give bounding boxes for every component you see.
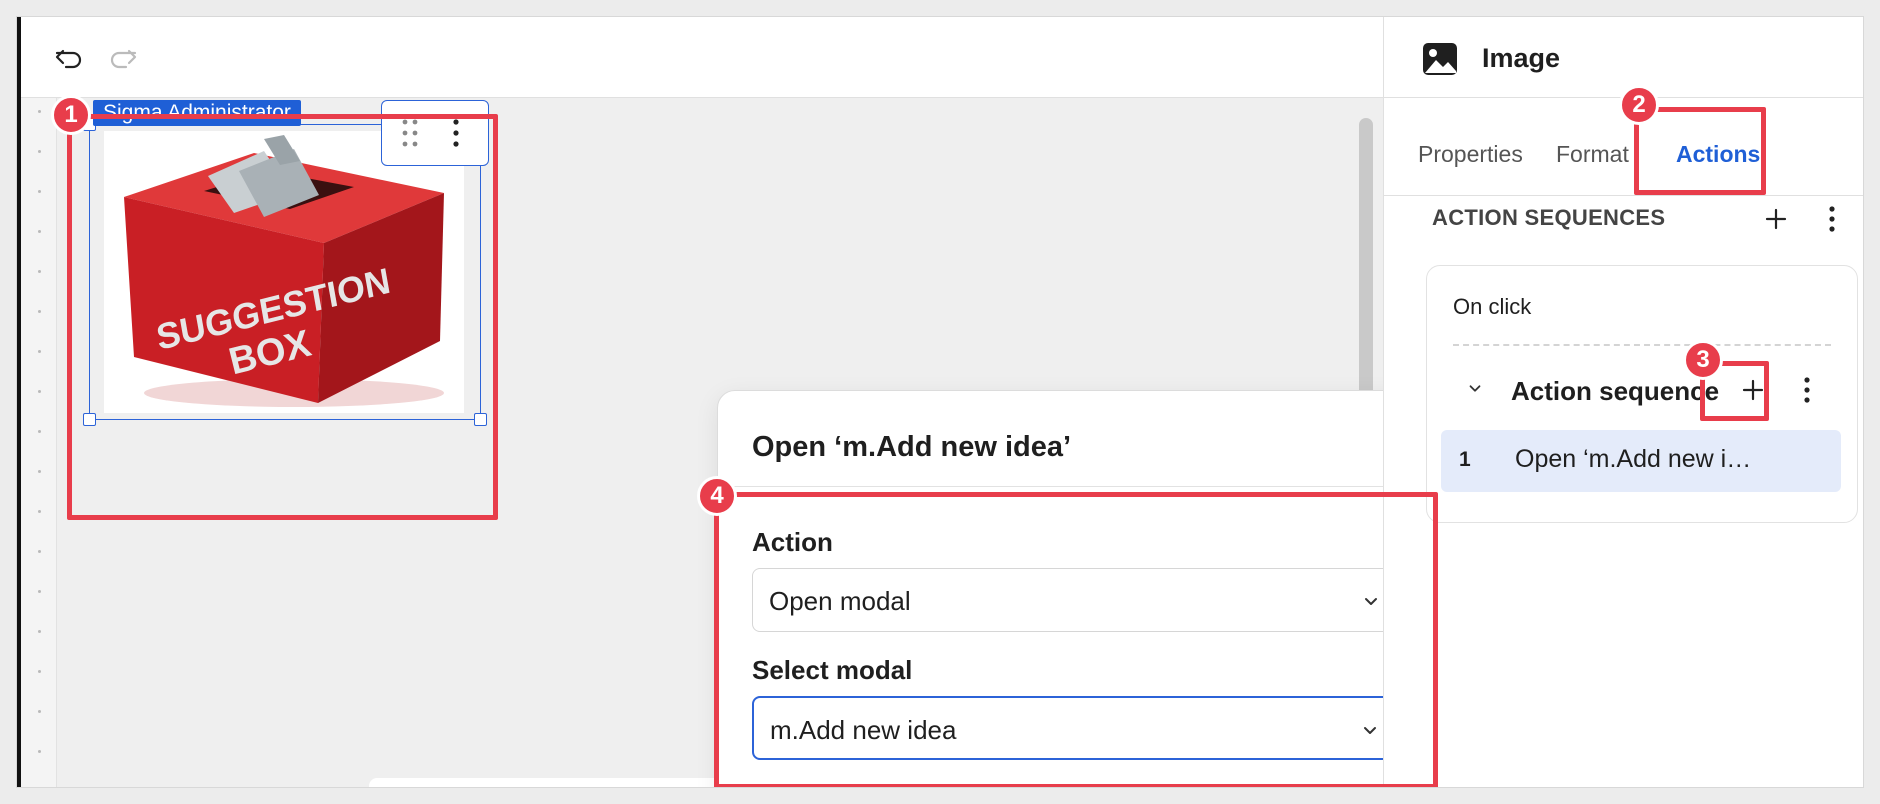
callout-badge-2: 2 xyxy=(1619,85,1659,125)
step-label: Open ‘m.Add new i… xyxy=(1515,445,1752,473)
add-sequence-icon[interactable] xyxy=(1760,203,1792,235)
popover-title: Open ‘m.Add new idea’ xyxy=(752,431,1072,463)
element-properties-panel: Image Properties Format Actions ACTION S… xyxy=(1383,17,1863,787)
popover-divider xyxy=(718,486,1440,487)
tab-properties[interactable]: Properties xyxy=(1418,141,1523,168)
tab-format[interactable]: Format xyxy=(1556,141,1629,168)
image-icon xyxy=(1420,39,1460,79)
panel-header: Image xyxy=(1384,17,1863,98)
action-select[interactable]: Open modal xyxy=(752,568,1408,632)
chevron-down-icon xyxy=(1365,598,1377,605)
callout-badge-3: 3 xyxy=(1683,340,1723,380)
resize-handle-bottom-right[interactable] xyxy=(474,413,487,426)
undo-icon[interactable] xyxy=(51,41,87,77)
select-modal-dropdown[interactable]: m.Add new idea xyxy=(752,696,1408,760)
more-options-icon[interactable] xyxy=(440,117,472,149)
action-sequences-heading: ACTION SEQUENCES xyxy=(1432,205,1666,230)
suggestion-box-image: SUGGESTION BOX xyxy=(104,131,464,413)
step-number: 1 xyxy=(1459,448,1471,471)
callout-badge-4: 4 xyxy=(697,476,737,516)
trigger-label: On click xyxy=(1453,294,1532,319)
chevron-down-icon xyxy=(1364,727,1376,734)
resize-handle-bottom-left[interactable] xyxy=(83,413,96,426)
image-element[interactable]: SUGGESTION BOX xyxy=(83,118,487,426)
toolbar xyxy=(21,17,1383,98)
element-owner-tag: Sigma Administrator xyxy=(93,100,301,126)
action-edit-popover: Open ‘m.Add new idea’ Action Open modal … xyxy=(717,390,1441,787)
active-tab-indicator xyxy=(1676,191,1754,195)
vertical-ruler xyxy=(21,98,57,787)
add-action-icon[interactable] xyxy=(1737,374,1769,406)
more-options-icon[interactable] xyxy=(1791,374,1823,406)
scrollbar-thumb[interactable] xyxy=(1359,118,1373,408)
sequence-title: Action sequence xyxy=(1511,376,1720,406)
element-toolbar xyxy=(381,100,489,166)
callout-badge-1: 1 xyxy=(51,95,91,135)
dashed-divider xyxy=(1453,344,1831,346)
tab-actions[interactable]: Actions xyxy=(1676,141,1760,168)
drag-handle-icon[interactable] xyxy=(394,117,426,149)
select-modal-value: m.Add new idea xyxy=(770,715,957,745)
chevron-down-icon[interactable] xyxy=(1459,372,1491,404)
redo-icon[interactable] xyxy=(105,41,141,77)
more-options-icon[interactable] xyxy=(1816,203,1848,235)
action-select-value: Open modal xyxy=(769,586,911,616)
select-modal-label: Select modal xyxy=(752,655,913,685)
app-window: SUGGESTION BOX Sigma Administrator Open … xyxy=(16,16,1864,788)
action-label: Action xyxy=(752,527,833,557)
action-step-row[interactable]: 1 Open ‘m.Add new i… xyxy=(1441,430,1841,492)
panel-title: Image xyxy=(1482,43,1561,73)
action-sequence-card: On click Action sequence 1 Open ‘m.Add n… xyxy=(1426,265,1858,523)
